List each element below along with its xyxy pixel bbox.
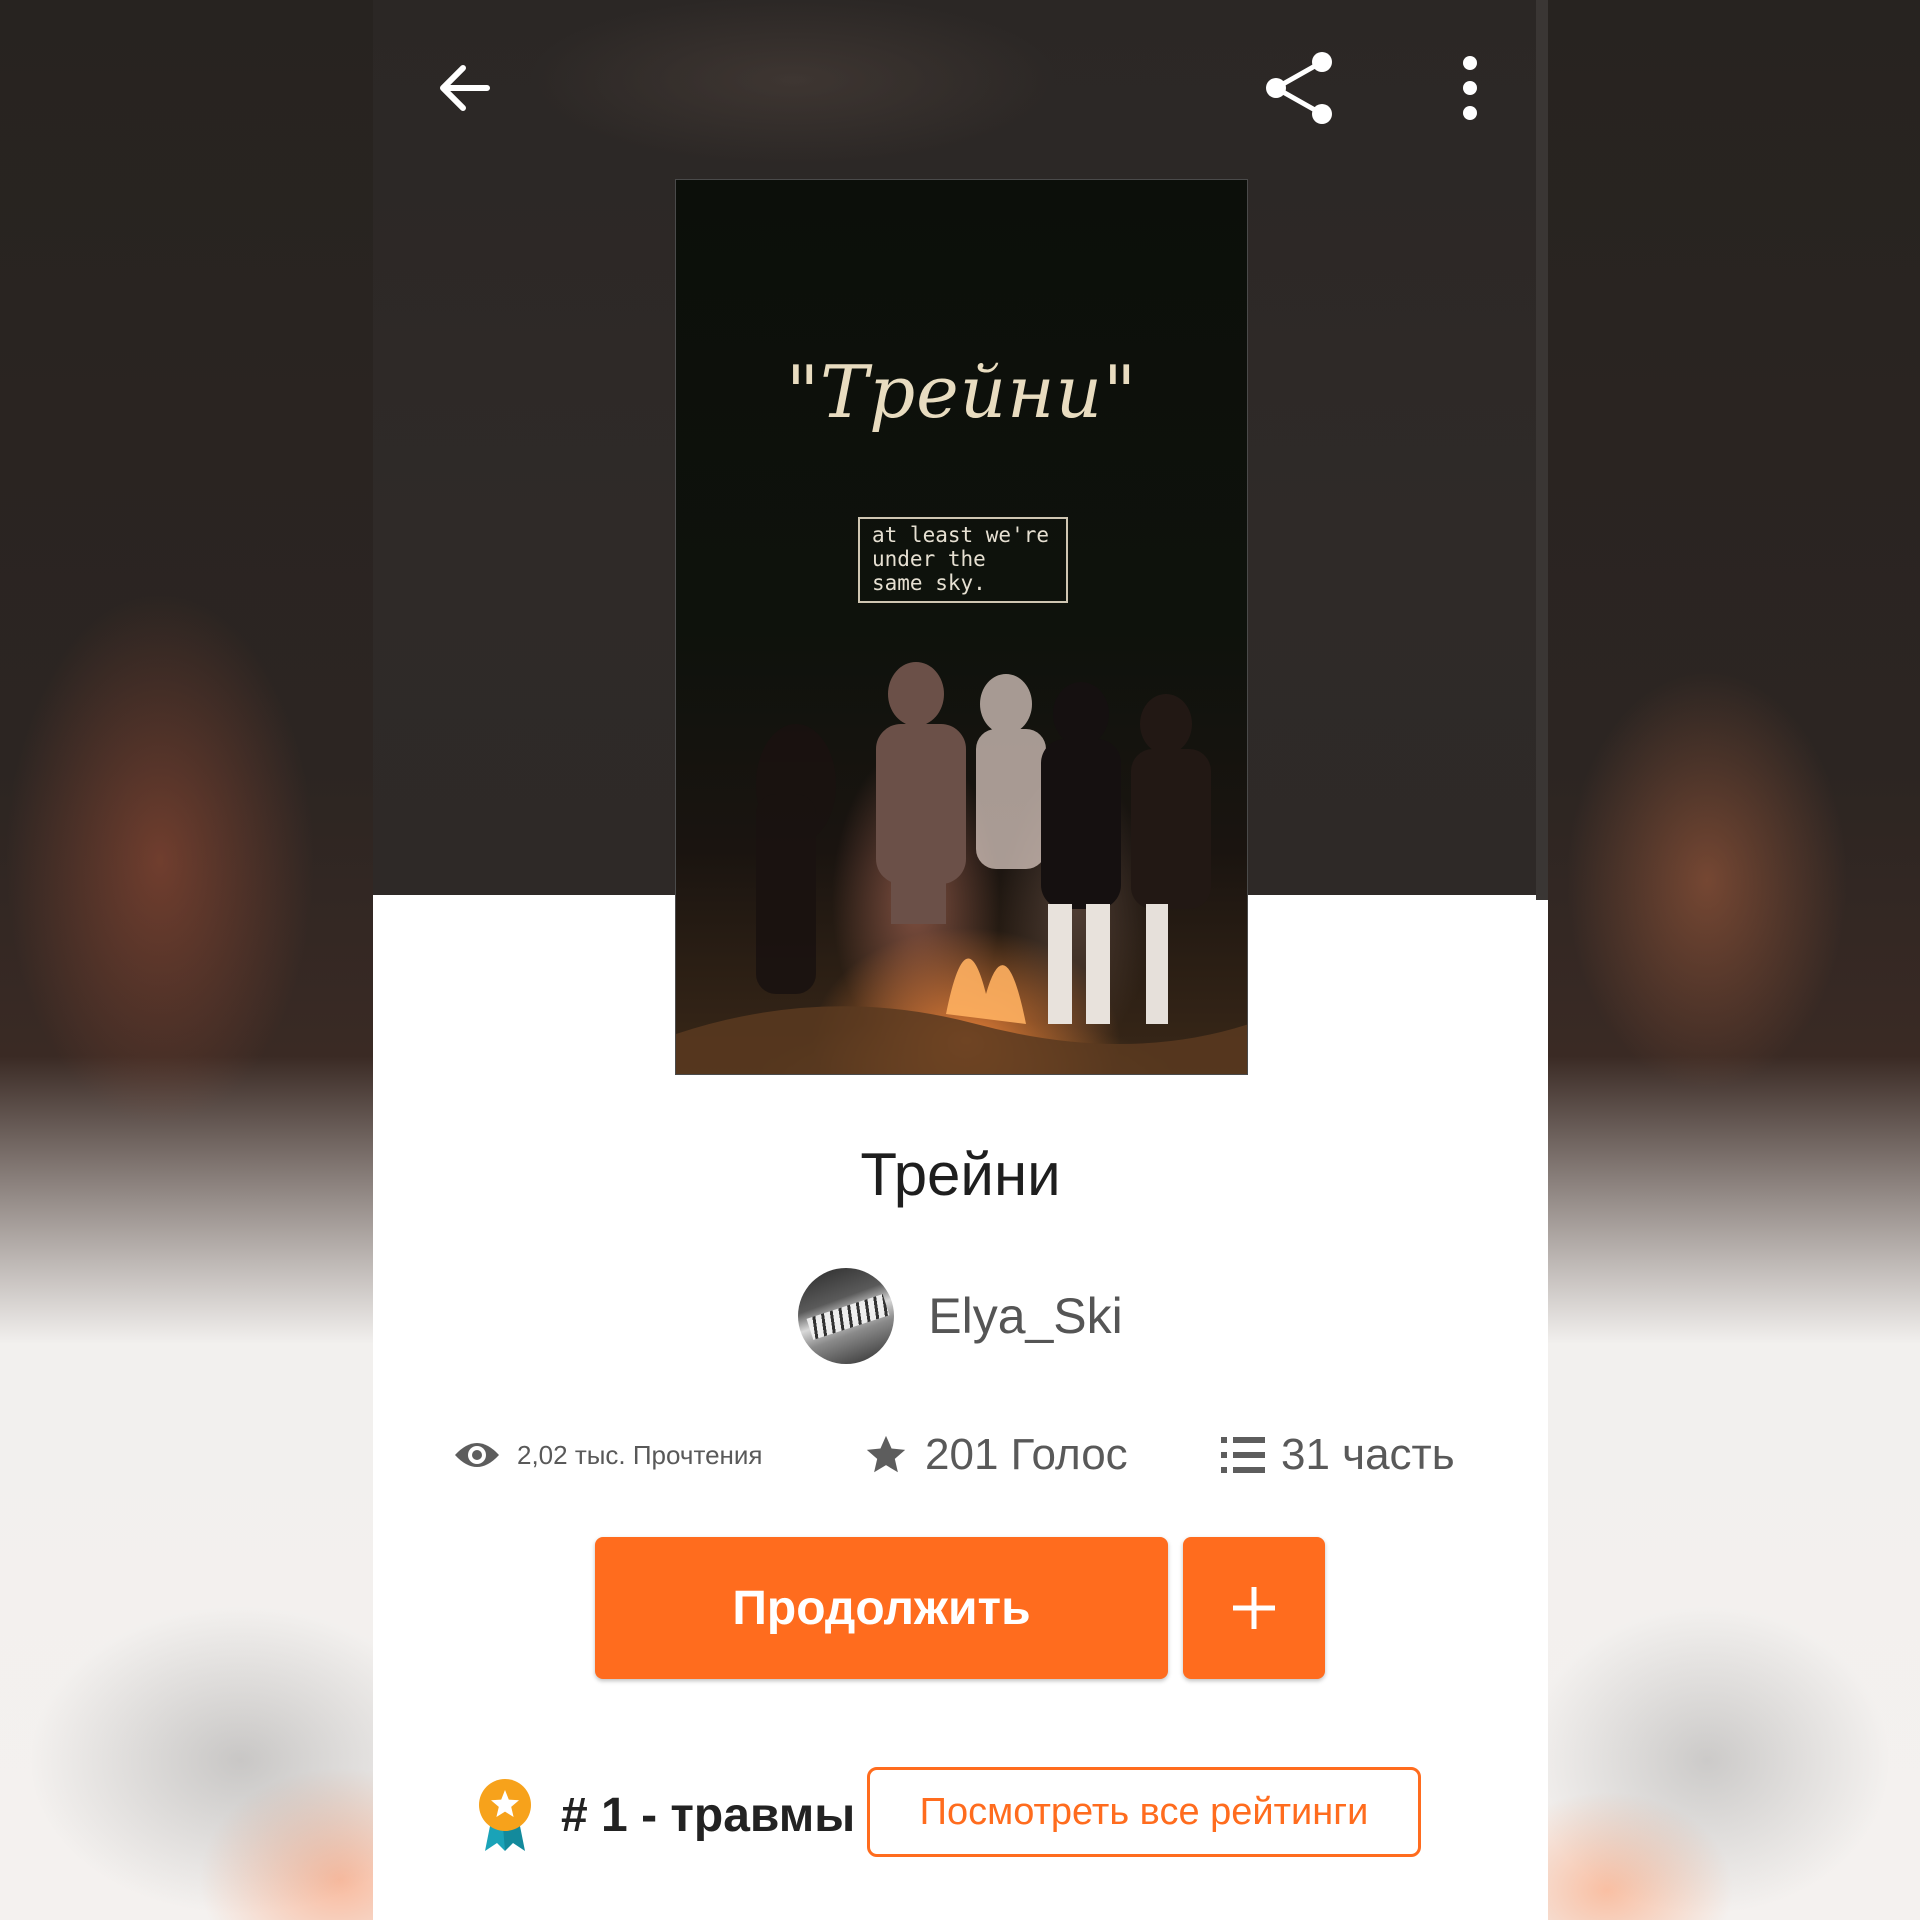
scrollbar[interactable] [1536, 0, 1548, 900]
list-icon [1221, 1437, 1265, 1473]
book-title: Трейни [860, 1141, 1061, 1208]
add-to-library-button[interactable] [1183, 1537, 1325, 1679]
votes-count: 201 Голос [925, 1430, 1128, 1479]
reads-count: 2,02 тыс. Прочтения [517, 1439, 763, 1470]
plus-icon [1233, 1587, 1275, 1629]
parts-stat: 31 часть [1221, 1425, 1455, 1485]
author-name[interactable]: Elya_Ski [928, 1287, 1123, 1345]
author-row[interactable]: Elya_Ski [373, 1268, 1548, 1364]
arrow-left-icon [440, 65, 490, 111]
blurred-backdrop-left [0, 0, 373, 1920]
ranking-text: # 1 - травмы [561, 1788, 856, 1842]
medal-icon [479, 1779, 531, 1851]
view-all-ratings-button[interactable]: Посмотреть все рейтинги [867, 1767, 1421, 1857]
story-stats: 2,02 тыс. Прочтения 201 Голос 31 часть [373, 1425, 1548, 1485]
cover-illustration [676, 662, 1247, 1074]
ranking-badge: # 1 - травмы [473, 1770, 855, 1860]
more-options-button[interactable] [1430, 48, 1510, 128]
more-vertical-icon [1463, 56, 1477, 120]
reads-stat: 2,02 тыс. Прочтения [453, 1425, 763, 1485]
cover-title: "Трейни" [785, 350, 1138, 434]
star-icon [866, 1435, 906, 1473]
share-button[interactable] [1260, 48, 1340, 128]
back-button[interactable] [425, 48, 505, 128]
parts-count: 31 часть [1281, 1430, 1455, 1479]
votes-stat: 201 Голос [863, 1425, 1128, 1485]
blurred-backdrop-right [1547, 0, 1920, 1920]
continue-reading-button[interactable]: Продолжить [595, 1537, 1168, 1679]
avatar[interactable] [798, 1268, 895, 1364]
share-icon [1266, 52, 1332, 124]
story-details-screen: "Трейни" at least we're under the same s… [373, 0, 1548, 1920]
book-cover[interactable]: "Трейни" at least we're under the same s… [675, 179, 1248, 1075]
eye-icon [455, 1443, 499, 1467]
